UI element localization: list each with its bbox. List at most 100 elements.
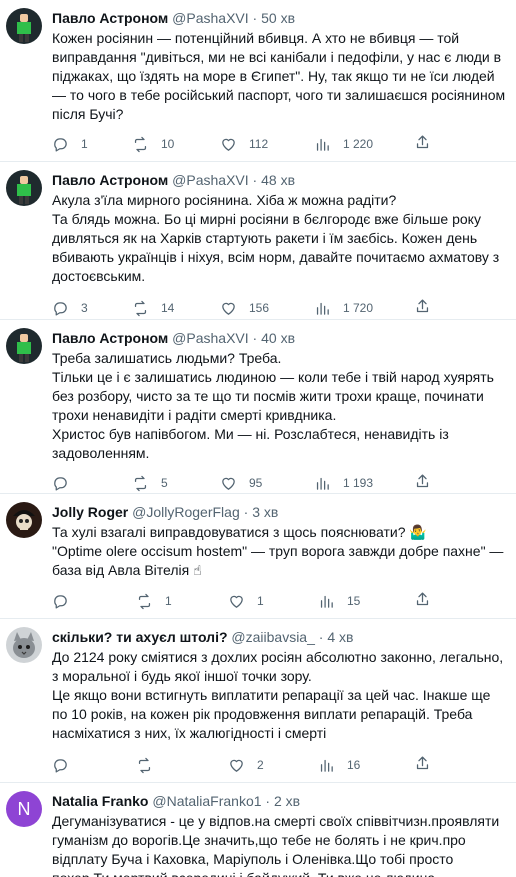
- views-button[interactable]: 16: [318, 755, 360, 775]
- like-button[interactable]: 95: [220, 473, 262, 493]
- tweet-text: Та хулі взагалі виправдовуватися з щось …: [52, 523, 508, 580]
- author-name[interactable]: Natalia Franko: [52, 793, 148, 809]
- reply-icon: [54, 137, 67, 152]
- tweet-paragraph: До 2124 року сміятися з дохлих росіян аб…: [52, 649, 504, 684]
- like-button[interactable]: 1: [228, 591, 264, 611]
- share-button[interactable]: [414, 591, 431, 611]
- tweet[interactable]: N Natalia Franko @NataliaFranko1 · 2 хв …: [0, 783, 516, 877]
- retweet-icon: [138, 593, 151, 609]
- pirate-skull-avatar-icon: [6, 502, 42, 538]
- retweet-button[interactable]: 5: [132, 473, 168, 493]
- tweet-time[interactable]: 2 хв: [274, 793, 300, 809]
- avatar[interactable]: [6, 170, 42, 206]
- tweet[interactable]: Павло Астроном @PashaXVI · 50 хв Кожен р…: [0, 0, 516, 162]
- author-handle[interactable]: @PashaXVI: [172, 10, 248, 26]
- separator: ·: [265, 793, 271, 809]
- author-name[interactable]: Jolly Roger: [52, 504, 128, 520]
- reply-button[interactable]: [52, 591, 81, 611]
- avatar[interactable]: [6, 627, 42, 663]
- reply-button[interactable]: [52, 755, 81, 775]
- separator: ·: [318, 629, 324, 645]
- tweet-header: Павло Астроном @PashaXVI · 48 хв: [52, 162, 508, 190]
- reply-count: 3: [81, 301, 88, 315]
- views-button[interactable]: 1 220: [314, 134, 373, 154]
- tweet-paragraph: Дегуманізуватися - це у відпов.на смерті…: [52, 813, 500, 877]
- retweet-button[interactable]: 1: [136, 591, 172, 611]
- share-icon: [416, 756, 429, 770]
- tweet[interactable]: Jolly Roger @JollyRogerFlag · 3 хв Та ху…: [0, 494, 516, 619]
- views-count: 1 220: [343, 137, 374, 151]
- views-icon: [316, 302, 329, 315]
- tweet-paragraph: Та блядь можна. Бо ці мирні росіяни в бє…: [52, 211, 500, 284]
- views-button[interactable]: 1 720: [314, 298, 373, 318]
- share-button[interactable]: [414, 298, 431, 318]
- avatar[interactable]: [6, 8, 42, 44]
- author-handle[interactable]: @PashaXVI: [172, 172, 248, 188]
- heart-icon: [222, 302, 235, 315]
- author-handle[interactable]: @PashaXVI: [172, 330, 248, 346]
- like-button[interactable]: 2: [228, 755, 264, 775]
- views-button[interactable]: 1 193: [314, 473, 373, 493]
- author-name[interactable]: Павло Астроном: [52, 172, 168, 188]
- separator: ·: [252, 330, 258, 346]
- retweet-button[interactable]: 14: [132, 298, 174, 318]
- retweet-count: 10: [161, 137, 175, 151]
- like-count: 112: [249, 137, 269, 151]
- separator: ·: [243, 504, 249, 520]
- share-icon: [416, 592, 429, 606]
- views-icon: [320, 759, 333, 772]
- retweet-icon: [138, 757, 151, 773]
- avatar[interactable]: [6, 328, 42, 364]
- avatar[interactable]: [6, 502, 42, 538]
- retweet-count: 5: [161, 476, 168, 490]
- tweet-header: скільки? ти ахуєл штолі? @zaiibavsia_ · …: [52, 619, 508, 647]
- tweet-actions: 2 16: [52, 755, 508, 775]
- tweet[interactable]: Павло Астроном @PashaXVI · 40 хв Треба з…: [0, 320, 516, 494]
- tweet[interactable]: скільки? ти ахуєл штолі? @zaiibavsia_ · …: [0, 619, 516, 783]
- views-button[interactable]: 15: [318, 591, 360, 611]
- share-button[interactable]: [414, 473, 431, 493]
- views-count: 1 193: [343, 476, 374, 490]
- reply-button[interactable]: 1: [52, 134, 88, 154]
- reply-icon: [54, 301, 67, 316]
- avatar[interactable]: N: [6, 791, 42, 827]
- tweet-time[interactable]: 3 хв: [252, 504, 278, 520]
- author-name[interactable]: Павло Астроном: [52, 330, 168, 346]
- author-handle[interactable]: @JollyRogerFlag: [132, 504, 240, 520]
- tweet-time[interactable]: 40 хв: [261, 330, 295, 346]
- separator: ·: [252, 172, 258, 188]
- like-button[interactable]: 156: [220, 298, 269, 318]
- like-count: 2: [257, 758, 264, 772]
- green-figure-avatar-icon: [6, 8, 42, 44]
- views-count: 1 720: [343, 301, 374, 315]
- reply-button[interactable]: 3: [52, 298, 88, 318]
- tweet-time[interactable]: 48 хв: [261, 172, 295, 188]
- share-button[interactable]: [414, 134, 431, 154]
- author-handle[interactable]: @NataliaFranko1: [152, 793, 261, 809]
- tweet-time[interactable]: 50 хв: [261, 10, 295, 26]
- share-button[interactable]: [414, 755, 431, 775]
- like-count: 95: [249, 476, 263, 490]
- author-name[interactable]: Павло Астроном: [52, 10, 168, 26]
- author-handle[interactable]: @zaiibavsia_: [231, 629, 314, 645]
- views-icon: [320, 595, 333, 608]
- heart-icon: [222, 477, 235, 490]
- tweet-paragraph: Христос був напівбогом. Ми — ні. Розслаб…: [52, 426, 449, 461]
- tweet[interactable]: Павло Астроном @PashaXVI · 48 хв Акула з…: [0, 162, 516, 320]
- views-icon: [316, 477, 329, 490]
- author-name[interactable]: скільки? ти ахуєл штолі?: [52, 629, 228, 645]
- tweet-time[interactable]: 4 хв: [327, 629, 353, 645]
- avatar-initial: N: [17, 798, 31, 819]
- share-icon: [416, 299, 429, 313]
- tweet-actions: 1 10 112 1 220: [52, 134, 508, 154]
- reply-button[interactable]: [52, 473, 81, 493]
- like-count: 1: [257, 594, 264, 608]
- retweet-button[interactable]: [136, 755, 165, 775]
- share-icon: [416, 474, 429, 488]
- reply-icon: [54, 594, 67, 609]
- views-count: 15: [347, 594, 361, 608]
- tweet-actions: 3 14 156 1 720: [52, 298, 508, 318]
- tweet-paragraph: Це якщо вони встигнуть виплатити репарац…: [52, 687, 491, 741]
- like-button[interactable]: 112: [220, 134, 268, 154]
- retweet-button[interactable]: 10: [132, 134, 174, 154]
